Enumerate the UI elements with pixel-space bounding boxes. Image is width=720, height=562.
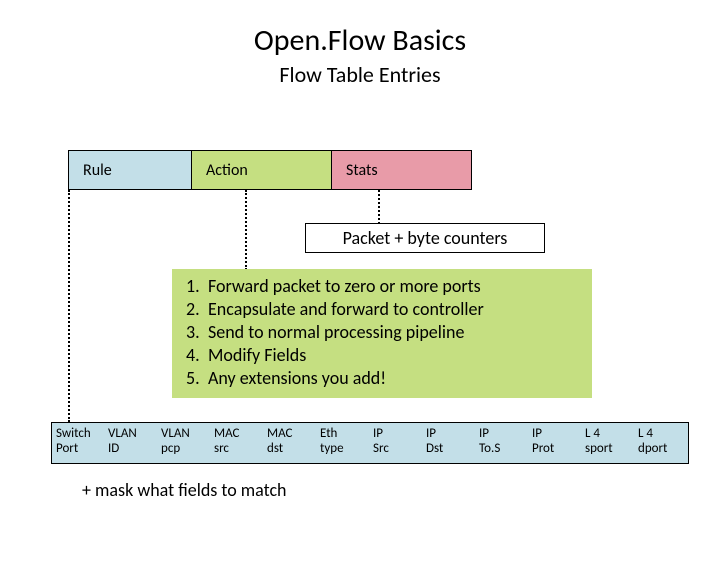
action-list: 1.Forward packet to zero or more ports 2… [172, 269, 592, 398]
list-text: Any extensions you add! [208, 367, 386, 390]
list-num: 1. [186, 275, 208, 298]
field-ip-src: IP Src [369, 423, 422, 463]
list-item: 4.Modify Fields [186, 344, 578, 367]
stats-box: Stats [332, 150, 472, 190]
list-text: Forward packet to zero or more ports [208, 275, 481, 298]
field-l4-sport: L 4 sport [581, 423, 634, 463]
entry-boxes: Rule Action Stats [68, 150, 472, 190]
connector-rule [68, 190, 70, 422]
field-l4-dport: L 4 dport [634, 423, 687, 463]
action-box: Action [192, 150, 332, 190]
field-eth-type: Eth type [316, 423, 369, 463]
list-text: Encapsulate and forward to controller [208, 298, 484, 321]
list-num: 4. [186, 344, 208, 367]
rule-box: Rule [68, 150, 192, 190]
list-text: Send to normal processing pipeline [208, 321, 464, 344]
match-fields-row: Switch Port VLAN ID VLAN pcp MAC src MAC… [51, 422, 689, 464]
connector-action [245, 190, 247, 270]
field-vlan-id: VLAN ID [104, 423, 157, 463]
list-num: 2. [186, 298, 208, 321]
list-item: 1.Forward packet to zero or more ports [186, 275, 578, 298]
field-ip-dst: IP Dst [422, 423, 475, 463]
page-subtitle: Flow Table Entries [0, 61, 720, 88]
field-mac-src: MAC src [210, 423, 263, 463]
list-num: 3. [186, 321, 208, 344]
field-mac-dst: MAC dst [263, 423, 316, 463]
field-ip-prot: IP Prot [528, 423, 581, 463]
mask-note: + mask what fields to match [82, 479, 287, 501]
connector-stats [378, 190, 380, 224]
list-num: 5. [186, 367, 208, 390]
list-item: 2.Encapsulate and forward to controller [186, 298, 578, 321]
stats-detail: Packet + byte counters [305, 223, 545, 253]
field-ip-tos: IP To.S [475, 423, 528, 463]
page-title: Open.Flow Basics [0, 22, 720, 59]
list-item: 3.Send to normal processing pipeline [186, 321, 578, 344]
field-vlan-pcp: VLAN pcp [157, 423, 210, 463]
list-text: Modify Fields [208, 344, 306, 367]
field-switch-port: Switch Port [52, 423, 104, 463]
list-item: 5.Any extensions you add! [186, 367, 578, 390]
